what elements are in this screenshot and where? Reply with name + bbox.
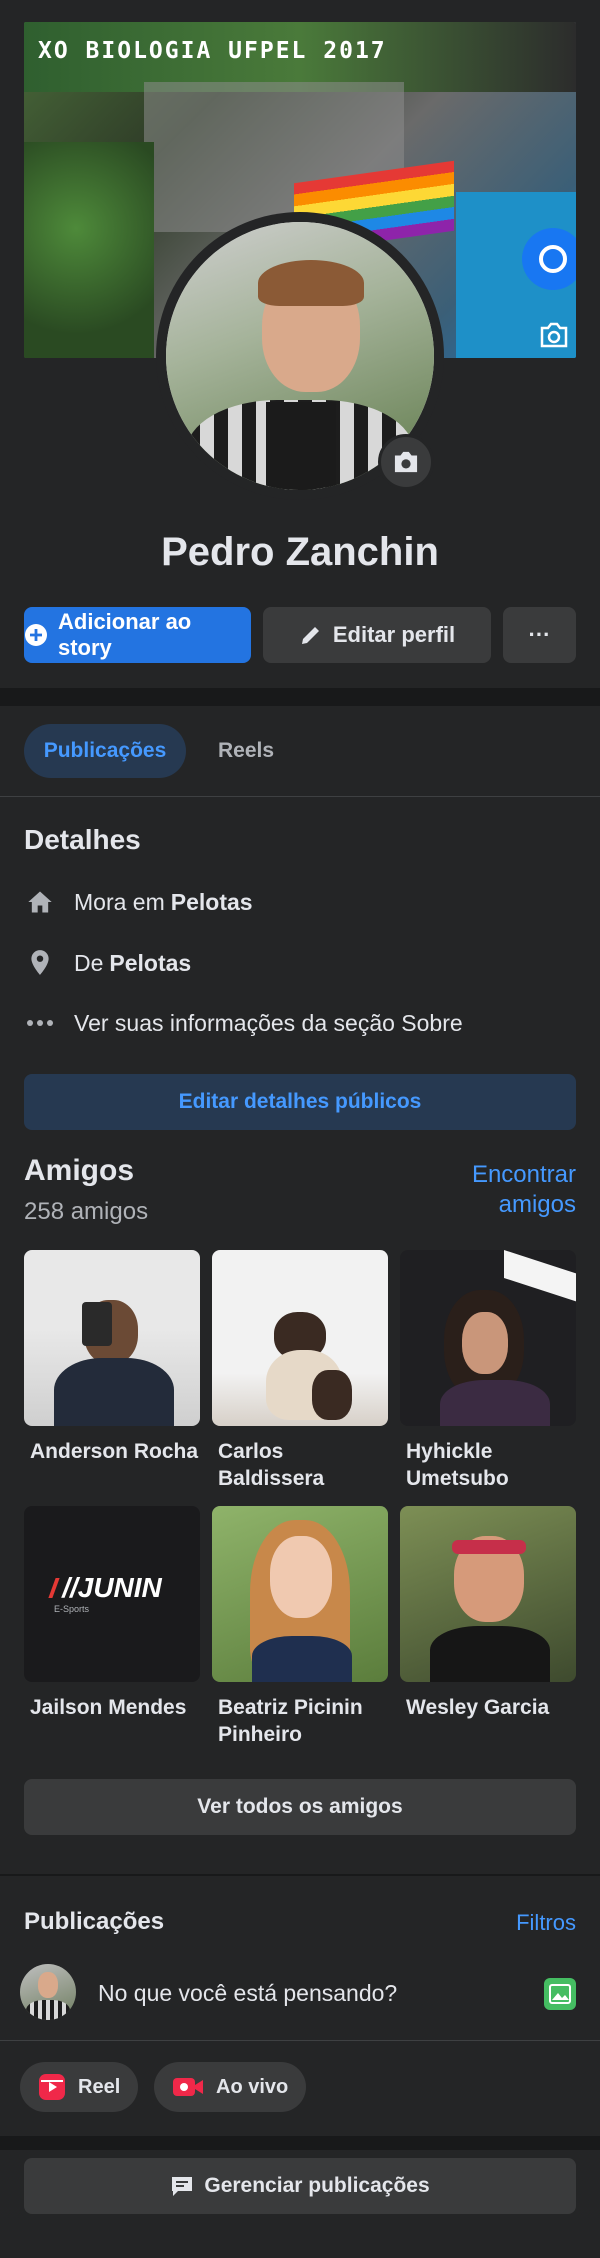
posts-title: Publicações	[24, 1908, 165, 1935]
divider	[0, 2040, 600, 2041]
edit-public-details-button[interactable]: Editar detalhes públicos	[24, 1074, 576, 1130]
friend-photo[interactable]	[400, 1250, 576, 1426]
profile-name: Pedro Zanchin	[161, 530, 439, 574]
friend-photo-logo-text: //JUNIN	[62, 1572, 162, 1603]
friend-name[interactable]: Jailson Mendes	[24, 1694, 200, 1721]
reel-icon	[38, 2073, 66, 2101]
edit-cover-camera-icon[interactable]	[534, 315, 574, 355]
friend-card[interactable]: Wesley Garcia	[400, 1506, 576, 1721]
cover-title: XO BIOLOGIA UFPEL 2017	[38, 38, 387, 64]
friend-card[interactable]: Hyhickle Umetsubo	[400, 1250, 576, 1492]
friend-card[interactable]: Beatriz Picinin Pinheiro	[212, 1506, 388, 1748]
pencil-icon	[299, 623, 323, 647]
composer-avatar[interactable]	[20, 1964, 76, 2020]
friend-photo[interactable]: //JUNIN E-Sports	[24, 1506, 200, 1682]
find-friends-link[interactable]: Encontrar amigos	[416, 1160, 576, 1220]
reel-label: Reel	[78, 2075, 121, 2098]
add-to-story-label: Adicionar ao story	[58, 609, 192, 660]
edit-profile-picture-camera-icon[interactable]	[378, 434, 434, 490]
lives-in-prefix: Mora em	[74, 888, 165, 915]
filters-link[interactable]: Filtros	[516, 1910, 576, 1936]
edit-profile-button[interactable]: Editar perfil	[263, 607, 491, 663]
divider	[0, 796, 600, 797]
ellipsis-icon	[24, 1007, 56, 1039]
friends-count: 258 amigos	[24, 1198, 149, 1225]
profile-header: XO BIOLOGIA UFPEL 2017 Pedro Zanchin Adi…	[0, 0, 600, 688]
reel-button[interactable]: Reel	[20, 2062, 139, 2112]
detail-from: De Pelotas	[24, 943, 191, 983]
friends-title: Amigos	[24, 1154, 135, 1187]
plus-circle-icon	[24, 623, 48, 647]
more-options-icon: ···	[528, 622, 551, 647]
friend-name[interactable]: Beatriz Picinin Pinheiro	[212, 1694, 388, 1748]
friend-card[interactable]: //JUNIN E-Sports Jailson Mendes	[24, 1506, 200, 1721]
friend-name[interactable]: Anderson Rocha	[24, 1438, 200, 1465]
posts-section: Publicações Filtros No que você está pen…	[0, 1876, 600, 2258]
profile-content: Publicações Reels Detalhes Mora em Pelot…	[0, 706, 600, 1874]
friend-card[interactable]: Carlos Baldissera	[212, 1250, 388, 1492]
lives-in-city: Pelotas	[170, 888, 253, 915]
friend-name[interactable]: Carlos Baldissera	[212, 1438, 388, 1492]
friend-photo[interactable]	[400, 1506, 576, 1682]
details-title: Detalhes	[24, 824, 141, 855]
divider	[0, 2136, 600, 2150]
about-link[interactable]: Ver suas informações da seção Sobre	[74, 1010, 463, 1037]
manage-posts-label: Gerenciar publicações	[204, 2174, 430, 2197]
edit-profile-label: Editar perfil	[332, 622, 456, 647]
location-pin-icon	[24, 947, 56, 979]
see-all-friends-button[interactable]: Ver todos os amigos	[24, 1779, 576, 1835]
friend-name[interactable]: Wesley Garcia	[400, 1694, 576, 1721]
composer-input[interactable]: No que você está pensando?	[98, 1980, 397, 2007]
friend-card[interactable]: Anderson Rocha	[24, 1250, 200, 1465]
live-label: Ao vivo	[216, 2075, 289, 2098]
photo-icon[interactable]	[544, 1978, 576, 2010]
add-to-story-button[interactable]: Adicionar ao story	[24, 607, 251, 663]
friend-photo[interactable]	[24, 1250, 200, 1426]
live-video-icon	[172, 2075, 204, 2099]
manage-posts-button[interactable]: Gerenciar publicações	[24, 2158, 576, 2214]
home-icon	[24, 886, 56, 918]
detail-lives-in: Mora em Pelotas	[24, 882, 253, 922]
from-prefix: De	[74, 949, 104, 976]
about-link-row[interactable]: Ver suas informações da seção Sobre	[24, 1003, 463, 1043]
tab-posts[interactable]: Publicações	[24, 724, 186, 778]
friend-name[interactable]: Hyhickle Umetsubo	[400, 1438, 576, 1492]
chat-bubble-icon	[170, 2175, 194, 2197]
friend-photo-logo-subtext: E-Sports	[54, 1604, 90, 1614]
more-options-button[interactable]: ···	[503, 607, 576, 663]
from-city: Pelotas	[109, 949, 192, 976]
avatar-badge-icon[interactable]	[522, 228, 576, 290]
live-button[interactable]: Ao vivo	[154, 2062, 307, 2112]
friend-photo[interactable]	[212, 1250, 388, 1426]
friend-photo[interactable]	[212, 1506, 388, 1682]
tab-reels[interactable]: Reels	[198, 724, 294, 778]
